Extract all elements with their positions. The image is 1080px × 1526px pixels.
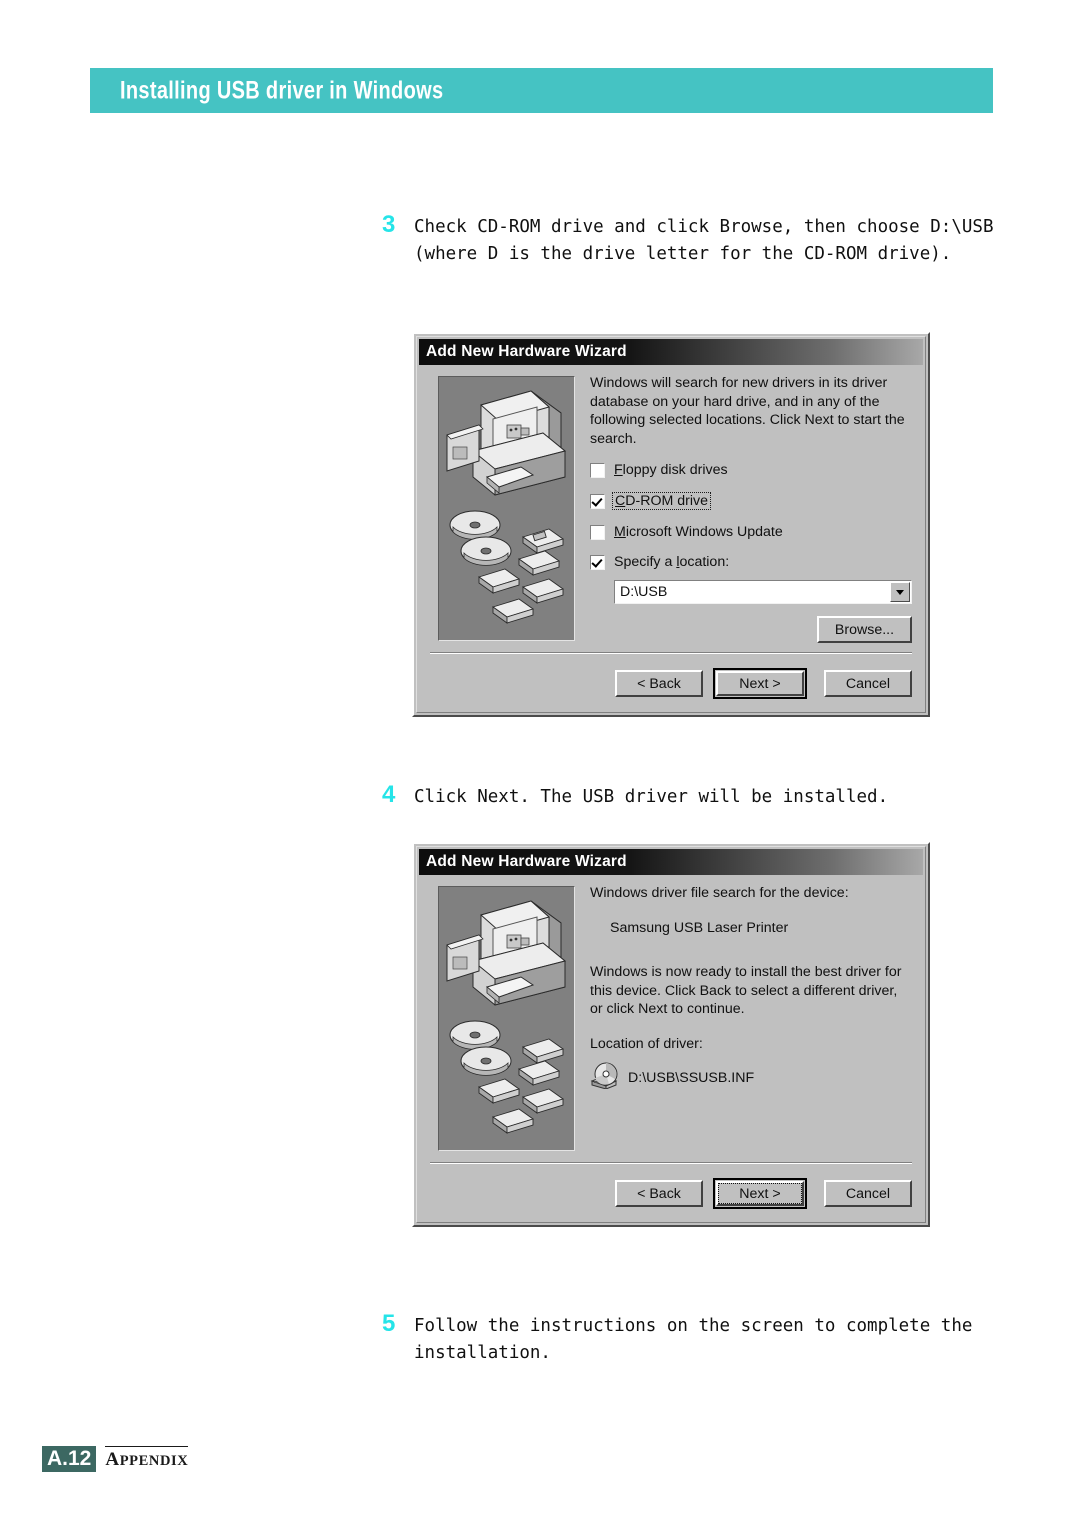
checkbox-microsoft-windows-update[interactable]: [590, 524, 605, 540]
next-button-2-default-border: Next >: [713, 1178, 807, 1209]
footer-section-label: APPENDIX: [105, 1446, 189, 1472]
cdrom-drive-icon-svg: [590, 1062, 618, 1090]
checkbox-cd-rom-drive[interactable]: [590, 493, 605, 509]
dialog-1-titlebar[interactable]: Add New Hardware Wizard: [419, 339, 923, 365]
next-button-1[interactable]: Next >: [716, 671, 804, 696]
computer-media-illustration-1: [438, 376, 575, 641]
add-new-hardware-wizard-dialog-1[interactable]: Add New Hardware Wizard Windows will sea…: [412, 332, 930, 717]
add-new-hardware-wizard-dialog-2[interactable]: Add New Hardware Wizard Windows driver f…: [412, 842, 930, 1227]
step-4-number: 4: [382, 781, 396, 808]
next-button-1-default-border: Next >: [713, 668, 807, 699]
dialog-2-content: Windows driver file search for the devic…: [590, 884, 912, 1094]
checkbox-row-floppy-disk-drives[interactable]: FFloppy disk drivesloppy disk drives: [590, 462, 912, 478]
driver-search-label: Windows driver file search for the devic…: [590, 885, 849, 901]
step-5-text: Follow the instructions on the screen to…: [414, 1316, 973, 1363]
dialog-2-button-row: < Back Next > Cancel: [430, 1178, 912, 1209]
browse-button[interactable]: Browse...: [817, 616, 912, 643]
ready-to-install-text: Windows is now ready to install the best…: [590, 964, 902, 1017]
location-combobox-value[interactable]: D:\USB: [615, 584, 890, 600]
computer-media-illustration-svg-2: [446, 900, 567, 1134]
page-title: Installing USB driver in Windows: [120, 76, 444, 104]
checkbox-label-cd-rom-drive: CD-ROM drive: [612, 492, 712, 510]
browse-button-label: Browse...: [834, 621, 895, 638]
page-header-banner: Installing USB driver in Windows: [90, 68, 993, 113]
location-of-driver-label: Location of driver:: [590, 1035, 703, 1052]
dialog-1-body-text: Windows will search for new drivers in i…: [590, 375, 905, 447]
dialog-1-content: Windows will search for new drivers in i…: [590, 374, 912, 643]
driver-location-row: D:\USB\SSUSB.INF: [590, 1061, 912, 1094]
step-3: 3 Check CD-ROM drive and click Browse, t…: [382, 211, 1002, 268]
step-3-number: 3: [382, 211, 396, 238]
dialog-2-titlebar[interactable]: Add New Hardware Wizard: [419, 849, 923, 875]
browse-button-row: Browse...: [590, 616, 912, 643]
checkbox-floppy-disk-drives[interactable]: [590, 462, 605, 478]
page-number: A.12: [42, 1446, 97, 1472]
next-button-2[interactable]: Next >: [716, 1181, 804, 1206]
cancel-button-1-label: Cancel: [845, 675, 891, 692]
driver-path: D:\USB\SSUSB.INF: [628, 1069, 755, 1086]
checkbox-label-specify-a-location: Specify a location:: [614, 554, 730, 570]
step-4: 4 Click Next. The USB driver will be ins…: [382, 781, 1002, 811]
dialog-1-title: Add New Hardware Wizard: [426, 343, 627, 360]
computer-media-illustration-2: [438, 886, 575, 1151]
cancel-button-2-label: Cancel: [845, 1185, 891, 1202]
back-button-2[interactable]: < Back: [615, 1180, 703, 1207]
checkbox-label-floppy-disk-drives: FFloppy disk drivesloppy disk drives: [614, 462, 728, 478]
cdrom-drive-icon: [590, 1061, 620, 1094]
next-button-2-focus-ring: Next >: [718, 1183, 802, 1204]
dialog-2-separator: [430, 1162, 912, 1164]
checkbox-row-cd-rom-drive[interactable]: CD-ROM drive: [590, 492, 912, 510]
device-name: Samsung USB Laser Printer: [610, 919, 789, 936]
step-4-text: Click Next. The USB driver will be insta…: [414, 787, 889, 807]
cancel-button-1[interactable]: Cancel: [824, 670, 912, 697]
dialog-1-separator: [430, 652, 912, 654]
dialog-1-button-row: < Back Next > Cancel: [430, 668, 912, 699]
back-button-1[interactable]: < Back: [615, 670, 703, 697]
checkbox-specify-a-location[interactable]: [590, 554, 605, 570]
cancel-button-2[interactable]: Cancel: [824, 1180, 912, 1207]
checkbox-row-specify-a-location[interactable]: Specify a location:: [590, 554, 912, 570]
dialog-2-title: Add New Hardware Wizard: [426, 853, 627, 870]
step-5: 5 Follow the instructions on the screen …: [382, 1310, 1002, 1367]
step-5-number: 5: [382, 1310, 396, 1337]
computer-media-illustration-svg: [446, 390, 567, 624]
chevron-down-icon[interactable]: [890, 582, 910, 602]
location-combobox[interactable]: D:\USB: [614, 580, 912, 604]
checkbox-label-microsoft-windows-update: Microsoft Windows Update: [614, 524, 783, 540]
back-button-1-label: < Back: [637, 675, 681, 692]
page-footer: A.12 APPENDIX: [42, 1446, 189, 1472]
checkbox-row-microsoft-windows-update[interactable]: Microsoft Windows Update: [590, 524, 912, 540]
back-button-2-label: < Back: [637, 1185, 681, 1202]
step-3-text: Check CD-ROM drive and click Browse, the…: [414, 217, 994, 264]
next-button-1-label: Next >: [739, 675, 781, 692]
next-button-2-label: Next >: [739, 1185, 781, 1202]
